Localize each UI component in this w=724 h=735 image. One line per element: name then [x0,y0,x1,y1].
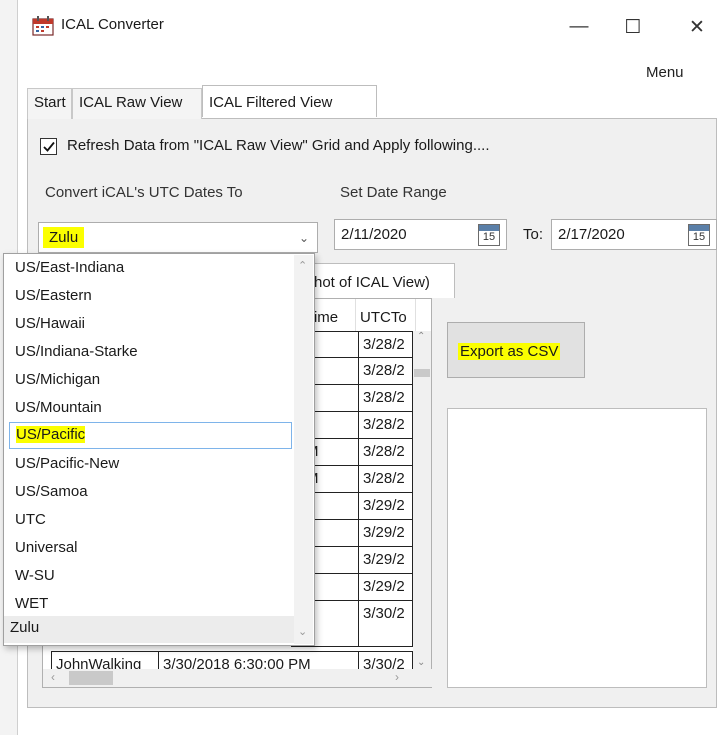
table-cell: 3/29/2 [358,574,413,601]
grid-vertical-scrollbar[interactable]: ⌃ ⌄ [413,331,431,671]
table-cell: 3/28/2 [358,412,413,439]
dropdown-option[interactable]: WET [9,592,292,619]
timezone-combobox[interactable]: Zulu ⌄ [38,222,318,253]
to-date-picker[interactable]: 2/17/2020 15 [551,219,717,250]
dropdown-option[interactable]: US/Samoa [9,480,292,507]
scroll-left-icon[interactable]: ‹ [51,670,55,684]
output-preview-box[interactable] [447,408,707,688]
calendar-icon[interactable]: 15 [688,224,710,246]
dropdown-option-highlighted[interactable]: US/Pacific [9,422,292,449]
convert-dates-label: Convert iCAL's UTC Dates To [45,184,243,201]
tab-start[interactable]: Start [27,88,72,119]
date-range-label: Set Date Range [340,184,447,201]
maximize-button[interactable]: ☐ [614,10,652,44]
export-csv-label: Export as CSV [458,343,561,360]
table-cell: 3/29/2 [358,493,413,520]
dropdown-option[interactable]: US/Michigan [9,368,292,395]
dropdown-option[interactable]: US/Hawaii [9,312,292,339]
timezone-dropdown-list[interactable]: US/East-Indiana US/Eastern US/Hawaii US/… [3,253,315,646]
scroll-up-icon[interactable]: ⌃ [417,331,425,342]
dropdown-option[interactable]: US/East-Indiana [9,256,292,283]
table-cell: 3/29/2 [358,547,413,574]
from-date-value: 2/11/2020 [341,226,407,243]
from-date-picker[interactable]: 2/11/2020 15 [334,219,507,250]
dropdown-option[interactable]: Universal [9,536,292,563]
dropdown-option[interactable]: US/Indiana-Starke [9,340,292,367]
timezone-selected-value: Zulu [43,227,85,248]
table-cell: 3/30/2 [358,601,413,647]
table-cell: 3/29/2 [358,520,413,547]
dropdown-option[interactable]: W-SU [9,564,292,591]
tab-ical-raw-view[interactable]: ICAL Raw View [72,88,202,119]
scroll-right-icon[interactable]: › [395,670,399,684]
checkmark-icon [43,141,55,152]
dropdown-option[interactable]: US/Eastern [9,284,292,311]
menu-button[interactable]: Menu [646,64,684,81]
chevron-down-icon: ⌄ [298,231,309,245]
dropdown-option[interactable]: US/Pacific-New [9,452,292,479]
export-csv-button[interactable]: Export as CSV [447,322,585,378]
table-cell: 3/28/2 [358,385,413,412]
dropdown-option[interactable]: US/Mountain [9,396,292,423]
table-cell: 3/28/2 [358,439,413,466]
minimize-button[interactable]: — [560,10,598,44]
close-button[interactable]: ✕ [678,10,716,44]
column-header-utc[interactable]: UTCTo [356,299,416,331]
scroll-thumb[interactable] [414,369,430,377]
scroll-down-icon[interactable]: ⌄ [417,657,425,668]
dropdown-option-selected[interactable]: Zulu [4,616,294,643]
refresh-checkbox[interactable] [40,138,57,155]
window-title: ICAL Converter [61,16,164,33]
refresh-label: Refresh Data from "ICAL Raw View" Grid a… [67,137,490,154]
calendar-icon[interactable]: 15 [478,224,500,246]
scroll-down-icon[interactable]: ⌄ [298,625,307,638]
dropdown-scrollbar[interactable]: ⌃ ⌄ [294,255,313,644]
calendar-app-icon [32,16,54,36]
scroll-thumb[interactable] [69,671,113,685]
scroll-up-icon[interactable]: ⌃ [298,259,307,272]
tab-ical-filtered-view[interactable]: ICAL Filtered View [202,85,377,117]
grid-horizontal-scrollbar[interactable]: ‹ › [43,669,433,687]
table-cell: 3/28/2 [358,331,413,358]
table-cell: 3/28/2 [358,358,413,385]
tab-snapshot-view[interactable]: hot of ICAL View) [305,263,455,298]
to-label: To: [523,226,544,243]
dropdown-option[interactable]: UTC [9,508,292,535]
to-date-value: 2/17/2020 [558,226,625,243]
table-cell: 3/28/2 [358,466,413,493]
